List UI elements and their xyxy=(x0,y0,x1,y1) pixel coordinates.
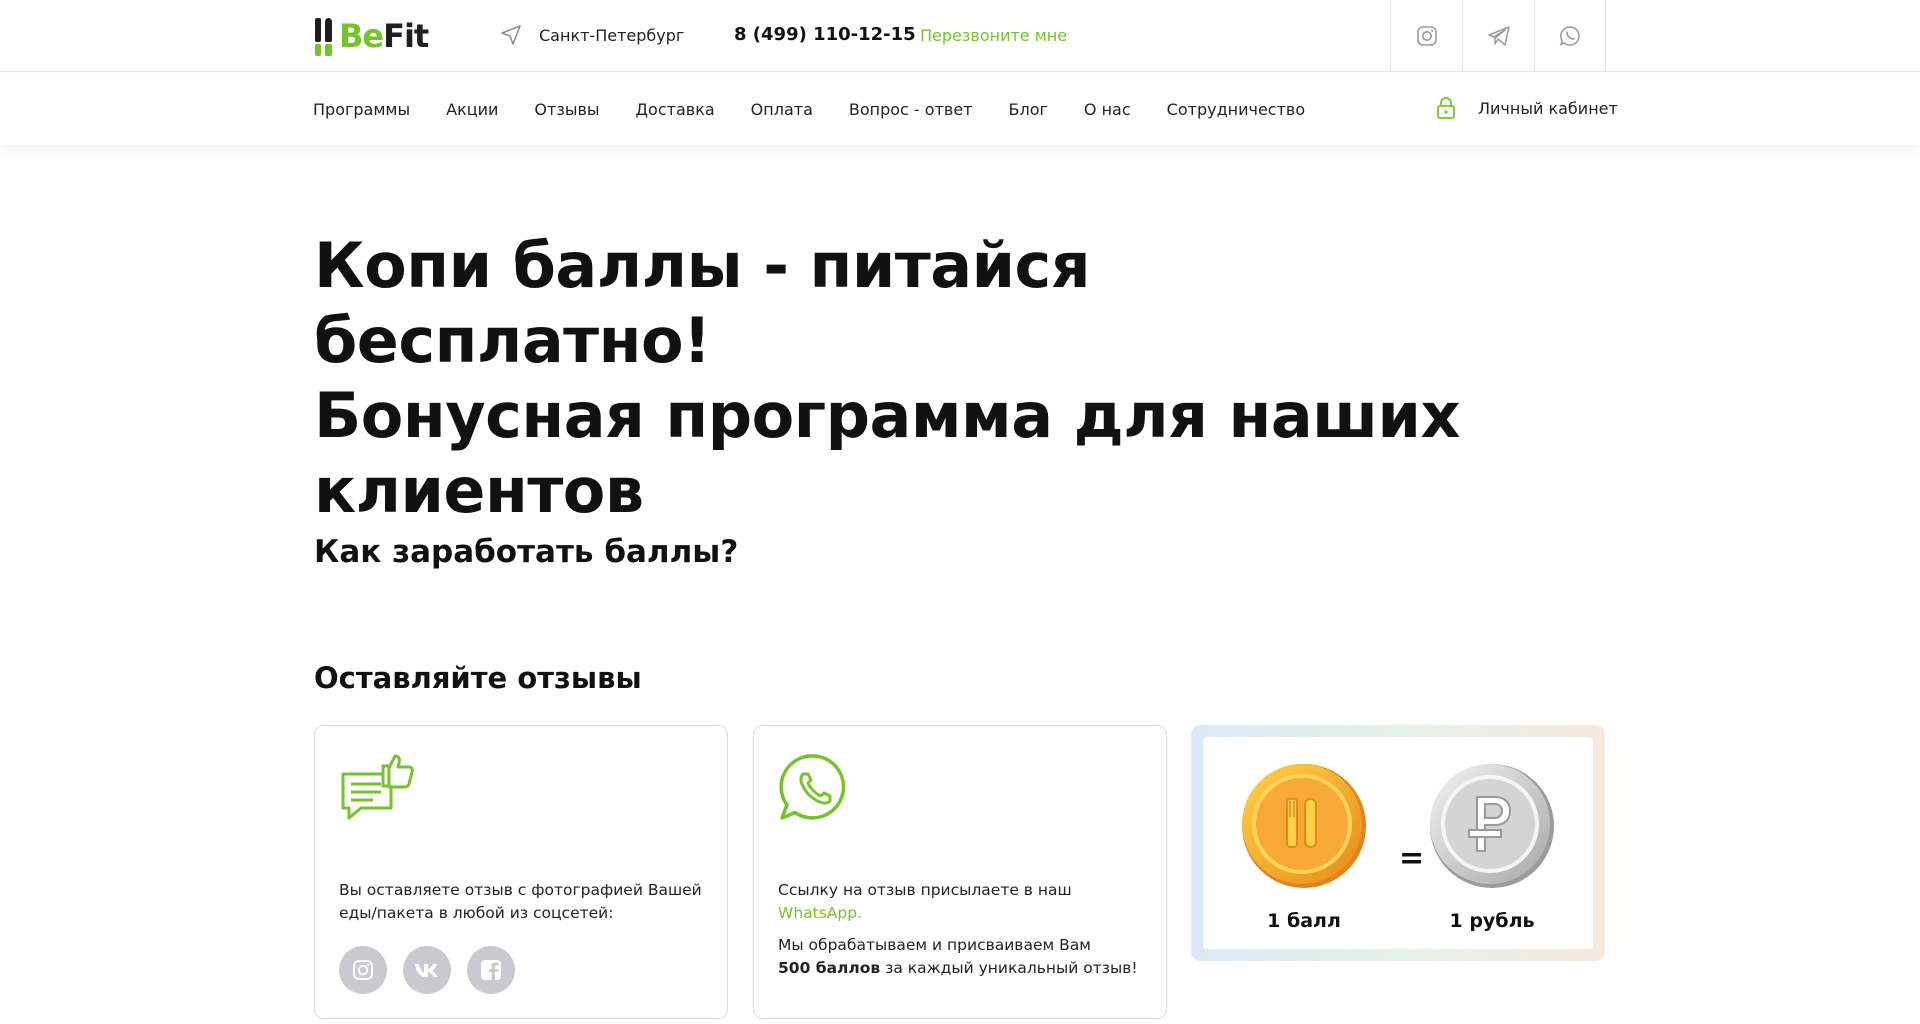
city-label: Санкт-Петербург xyxy=(539,25,685,45)
instagram-icon xyxy=(1416,26,1437,46)
city-selector[interactable]: Санкт-Петербург xyxy=(500,24,684,46)
whatsapp-card: Ссылку на отзыв присылаете в наш WhatsAp… xyxy=(753,725,1167,1019)
how-to-earn-heading: Как заработать баллы? xyxy=(314,534,739,570)
logo-mark-icon xyxy=(313,16,335,56)
logo-text-be: Be xyxy=(339,17,384,55)
callback-link[interactable]: Перезвоните мне xyxy=(920,26,1067,45)
top-bar: Be Fit Санкт-Петербург 8 (499) 110-12-15 … xyxy=(0,0,1920,72)
telegram-icon xyxy=(1487,26,1510,46)
equals-sign: = xyxy=(1399,841,1425,876)
whatsapp-card-text: Ссылку на отзыв присылаете в наш WhatsAp… xyxy=(778,879,1148,925)
nav-item-about[interactable]: О нас xyxy=(1084,100,1131,119)
telegram-button[interactable] xyxy=(1462,0,1534,72)
points-amount: 500 баллов xyxy=(778,959,881,977)
ruble-label: 1 рубль xyxy=(1449,910,1535,932)
nav-item-payment[interactable]: Оплата xyxy=(751,100,813,119)
review-card-text: Вы оставляете отзыв с фотографией Вашей … xyxy=(339,881,702,922)
logo-text-fit: Fit xyxy=(383,17,429,55)
instagram-social-button[interactable] xyxy=(339,946,387,994)
page-title-line-3: клиентов xyxy=(314,454,644,527)
whatsapp-icon xyxy=(779,754,846,820)
whatsapp-icon xyxy=(1559,26,1580,47)
logo[interactable]: Be Fit xyxy=(313,14,429,58)
header-socials xyxy=(1390,0,1606,72)
nav-item-reviews[interactable]: Отзывы xyxy=(534,100,599,119)
whatsapp-card-text-prefix: Ссылку на отзыв присылаете в наш xyxy=(778,881,1072,899)
page-title-line-1: Копи баллы - питайся бесплатно! xyxy=(314,229,1091,377)
points-label: 1 балл xyxy=(1267,910,1341,932)
location-arrow-icon xyxy=(501,25,521,45)
instagram-icon xyxy=(353,960,373,980)
whatsapp-link[interactable]: WhatsApp. xyxy=(778,904,862,922)
review-thumbs-up-icon xyxy=(341,754,414,820)
page-title-line-2: Бонусная программа для наших xyxy=(314,379,1460,452)
leave-reviews-heading: Оставляйте отзывы xyxy=(314,661,642,695)
nav-item-partnership[interactable]: Сотрудничество xyxy=(1167,100,1305,119)
vk-social-button[interactable] xyxy=(403,946,451,994)
vk-icon xyxy=(415,964,438,977)
nav-item-promotions[interactable]: Акции xyxy=(446,100,498,119)
facebook-icon xyxy=(481,960,501,980)
facebook-social-button[interactable] xyxy=(467,946,515,994)
gold-coin-icon xyxy=(1242,764,1366,888)
nav-item-faq[interactable]: Вопрос - ответ xyxy=(849,100,973,119)
instagram-button[interactable] xyxy=(1390,0,1462,72)
nav-item-programs[interactable]: Программы xyxy=(313,100,410,119)
points-text-rest: за каждый уникальный отзыв! xyxy=(880,959,1138,977)
nav-item-blog[interactable]: Блог xyxy=(1009,100,1048,119)
review-card: Вы оставляете отзыв с фотографией Вашей … xyxy=(314,725,728,1019)
whatsapp-button[interactable] xyxy=(1534,0,1606,72)
phone-number[interactable]: 8 (499) 110-12-15 xyxy=(734,24,916,45)
account-link[interactable]: Личный кабинет xyxy=(1436,97,1618,119)
points-exchange-card: 1 балл = 1 рубль xyxy=(1191,725,1605,961)
nav-item-delivery[interactable]: Доставка xyxy=(636,100,715,119)
lock-icon xyxy=(1437,97,1455,119)
main-nav: Программы Акции Отзывы Доставка Оплата В… xyxy=(0,73,1920,145)
account-label: Личный кабинет xyxy=(1478,98,1618,118)
page-title: Копи баллы - питайся бесплатно! Бонусная… xyxy=(314,228,1474,528)
points-text-line-1: Мы обрабатываем и присваиваем Вам xyxy=(778,936,1091,954)
whatsapp-card-points-text: Мы обрабатываем и присваиваем Вам 500 ба… xyxy=(778,934,1148,980)
ruble-coin-icon xyxy=(1430,764,1554,888)
